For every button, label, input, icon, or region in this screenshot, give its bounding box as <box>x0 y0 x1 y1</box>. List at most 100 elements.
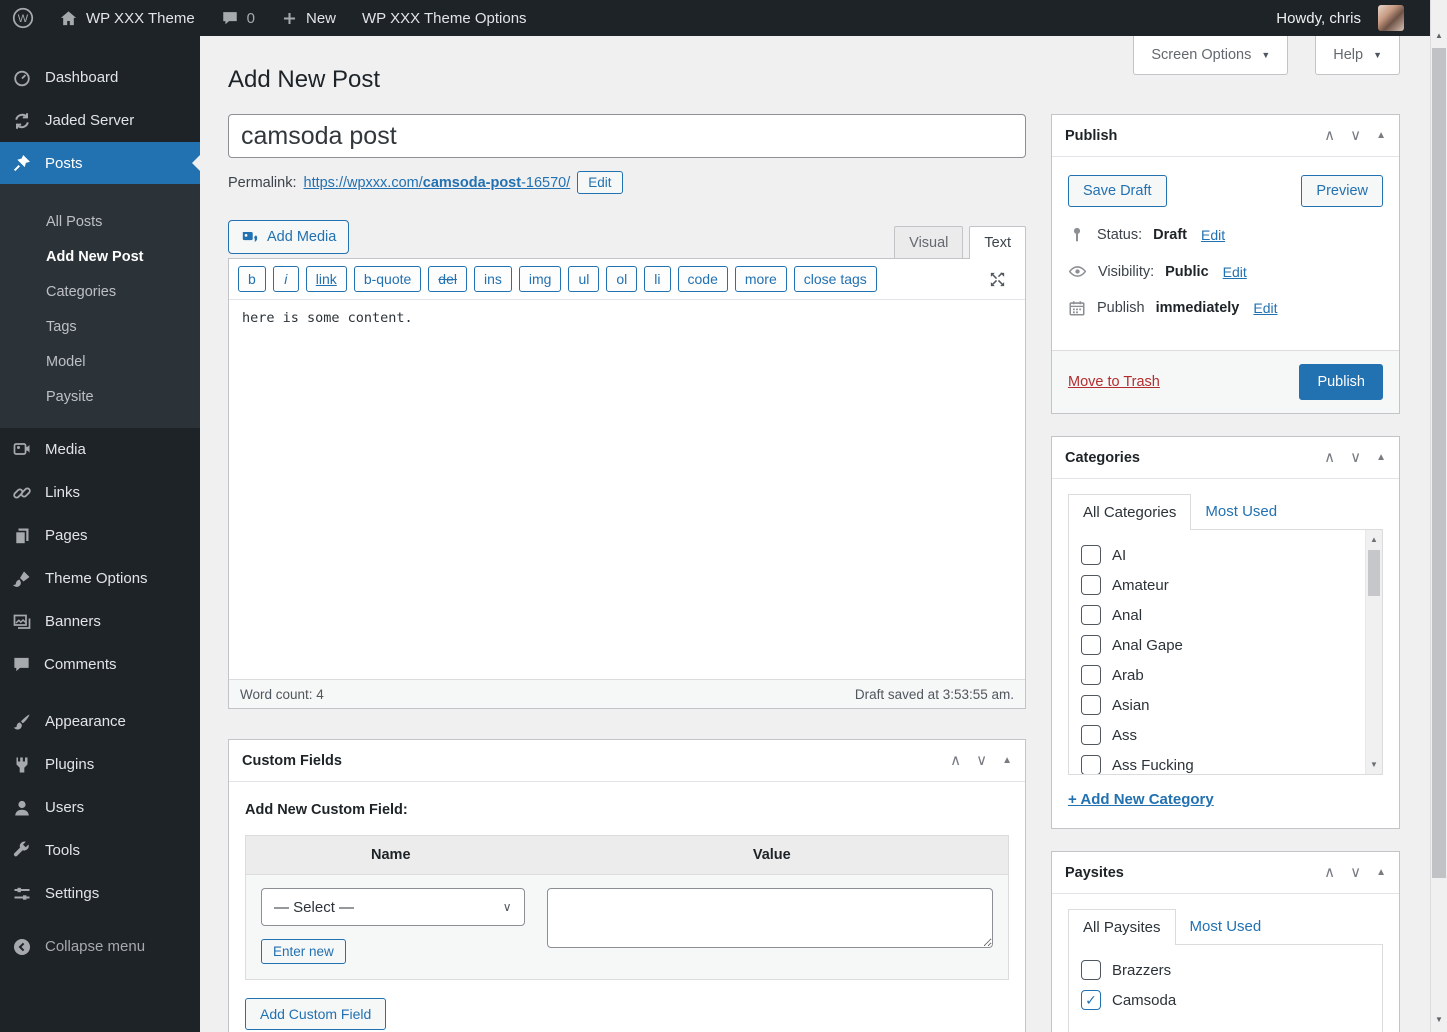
wp-logo-menu[interactable]: W <box>0 0 46 36</box>
paysite-item[interactable]: ✓ Camsoda <box>1081 985 1362 1015</box>
add-media-button[interactable]: Add Media <box>228 220 349 254</box>
toggle-panel-button[interactable]: ▲ <box>1376 130 1386 141</box>
sidebar-item-banners[interactable]: Banners <box>0 600 200 643</box>
tab-all-categories[interactable]: All Categories <box>1068 494 1191 530</box>
publish-header[interactable]: Publish ∧ ∨ ▲ <box>1052 115 1399 157</box>
paysite-checkbox[interactable]: ✓ <box>1081 990 1101 1010</box>
quicktag-link[interactable]: link <box>306 266 347 292</box>
page-scrollbar[interactable]: ▲ ▼ <box>1430 0 1447 1032</box>
save-draft-button[interactable]: Save Draft <box>1068 175 1167 207</box>
preview-button[interactable]: Preview <box>1301 175 1383 207</box>
sidebar-item-users[interactable]: Users <box>0 786 200 829</box>
site-name-menu[interactable]: WP XXX Theme <box>46 0 208 36</box>
quicktag-ins[interactable]: ins <box>474 266 512 292</box>
scroll-up-icon[interactable]: ▲ <box>1431 31 1447 40</box>
category-item[interactable]: ✓ Ass <box>1081 720 1362 750</box>
custom-fields-header[interactable]: Custom Fields ∧ ∨ ▲ <box>229 740 1025 782</box>
quicktag-italic[interactable]: i <box>273 266 299 292</box>
category-item[interactable]: ✓ Anal <box>1081 600 1362 630</box>
edit-schedule-link[interactable]: Edit <box>1253 300 1277 316</box>
sidebar-item-comments[interactable]: Comments <box>0 643 200 686</box>
toggle-panel-button[interactable]: ▲ <box>1376 452 1386 463</box>
quicktag-code[interactable]: code <box>678 266 728 292</box>
sidebar-item-links[interactable]: Links <box>0 471 200 514</box>
move-up-button[interactable]: ∧ <box>1324 450 1335 465</box>
permalink-link[interactable]: https://wpxxx.com/camsoda-post-16570/ <box>304 175 571 191</box>
category-item[interactable]: ✓ AI <box>1081 540 1362 570</box>
category-checkbox[interactable]: ✓ <box>1081 695 1101 715</box>
move-to-trash-link[interactable]: Move to Trash <box>1068 374 1160 390</box>
tab-text[interactable]: Text <box>969 226 1026 259</box>
toggle-panel-button[interactable]: ▲ <box>1002 755 1012 766</box>
sidebar-item-collapse-menu[interactable]: Collapse menu <box>0 925 200 968</box>
category-list-scrollbar[interactable]: ▲ ▼ <box>1365 530 1382 774</box>
quicktag-del[interactable]: del <box>428 266 467 292</box>
category-item[interactable]: ✓ Arab <box>1081 660 1362 690</box>
sidebar-item-theme-options[interactable]: Theme Options <box>0 557 200 600</box>
screen-options-button[interactable]: Screen Options ▼ <box>1133 36 1288 75</box>
category-checkbox[interactable]: ✓ <box>1081 575 1101 595</box>
category-item[interactable]: ✓ Ass Fucking <box>1081 750 1362 775</box>
quicktag-ol[interactable]: ol <box>606 266 637 292</box>
edit-visibility-link[interactable]: Edit <box>1223 264 1247 280</box>
edit-status-link[interactable]: Edit <box>1201 227 1225 243</box>
permalink-edit-button[interactable]: Edit <box>577 171 622 194</box>
sidebar-item-model[interactable]: Model <box>0 344 200 379</box>
quicktag-close-tags[interactable]: close tags <box>794 266 877 292</box>
tab-visual[interactable]: Visual <box>894 226 963 259</box>
move-down-button[interactable]: ∨ <box>1350 128 1361 143</box>
sidebar-item-all-posts[interactable]: All Posts <box>0 204 200 239</box>
sidebar-item-appearance[interactable]: Appearance <box>0 700 200 743</box>
move-up-button[interactable]: ∧ <box>1324 128 1335 143</box>
sidebar-item-plugins[interactable]: Plugins <box>0 743 200 786</box>
category-checkbox[interactable]: ✓ <box>1081 725 1101 745</box>
category-item[interactable]: ✓ Amateur <box>1081 570 1362 600</box>
paysite-item[interactable]: ✓ Brazzers <box>1081 955 1362 985</box>
theme-options-menu-top[interactable]: WP XXX Theme Options <box>349 0 540 36</box>
fullscreen-expand-icon[interactable] <box>988 270 1007 289</box>
category-checkbox[interactable]: ✓ <box>1081 635 1101 655</box>
custom-field-value-textarea[interactable] <box>547 888 993 948</box>
new-content-menu[interactable]: New <box>268 0 349 36</box>
sidebar-item-posts[interactable]: Posts <box>0 142 200 184</box>
howdy-account-menu[interactable]: Howdy, chris <box>1263 0 1417 36</box>
publish-button[interactable]: Publish <box>1299 364 1383 400</box>
move-up-button[interactable]: ∧ <box>950 753 961 768</box>
post-content-textarea[interactable]: here is some content. <box>229 299 1025 679</box>
sidebar-item-dashboard[interactable]: Dashboard <box>0 56 200 99</box>
quicktag-more[interactable]: more <box>735 266 787 292</box>
paysites-header[interactable]: Paysites ∧ ∨ ▲ <box>1052 852 1399 894</box>
quicktag-ul[interactable]: ul <box>568 266 599 292</box>
category-item[interactable]: ✓ Anal Gape <box>1081 630 1362 660</box>
enter-new-button[interactable]: Enter new <box>261 939 346 964</box>
sidebar-item-settings[interactable]: Settings <box>0 872 200 915</box>
tab-most-used-paysites[interactable]: Most Used <box>1176 909 1276 944</box>
sidebar-item-categories[interactable]: Categories <box>0 274 200 309</box>
scroll-down-icon[interactable]: ▼ <box>1366 760 1382 769</box>
tab-all-paysites[interactable]: All Paysites <box>1068 909 1176 945</box>
sidebar-item-tags[interactable]: Tags <box>0 309 200 344</box>
quicktag-li[interactable]: li <box>644 266 670 292</box>
scroll-down-icon[interactable]: ▼ <box>1431 1015 1447 1024</box>
scroll-up-icon[interactable]: ▲ <box>1366 535 1382 544</box>
help-button[interactable]: Help ▼ <box>1315 36 1400 75</box>
tab-most-used-categories[interactable]: Most Used <box>1191 494 1291 529</box>
custom-field-name-select[interactable]: — Select — ∨ <box>261 888 525 926</box>
category-checkbox[interactable]: ✓ <box>1081 665 1101 685</box>
move-up-button[interactable]: ∧ <box>1324 865 1335 880</box>
category-checkbox[interactable]: ✓ <box>1081 755 1101 775</box>
scrollbar-thumb[interactable] <box>1432 48 1446 878</box>
move-down-button[interactable]: ∨ <box>1350 450 1361 465</box>
sidebar-item-paysite[interactable]: Paysite <box>0 379 200 414</box>
move-down-button[interactable]: ∨ <box>1350 865 1361 880</box>
categories-header[interactable]: Categories ∧ ∨ ▲ <box>1052 437 1399 479</box>
add-new-category-link[interactable]: + Add New Category <box>1068 791 1214 808</box>
post-title-input[interactable] <box>228 114 1026 158</box>
category-item[interactable]: ✓ Asian <box>1081 690 1362 720</box>
quicktag-bold[interactable]: b <box>238 266 266 292</box>
sidebar-item-add-new-post[interactable]: Add New Post <box>0 239 200 274</box>
scrollbar-thumb[interactable] <box>1368 550 1380 596</box>
sidebar-item-pages[interactable]: Pages <box>0 514 200 557</box>
quicktag-img[interactable]: img <box>519 266 562 292</box>
paysite-checkbox[interactable]: ✓ <box>1081 960 1101 980</box>
